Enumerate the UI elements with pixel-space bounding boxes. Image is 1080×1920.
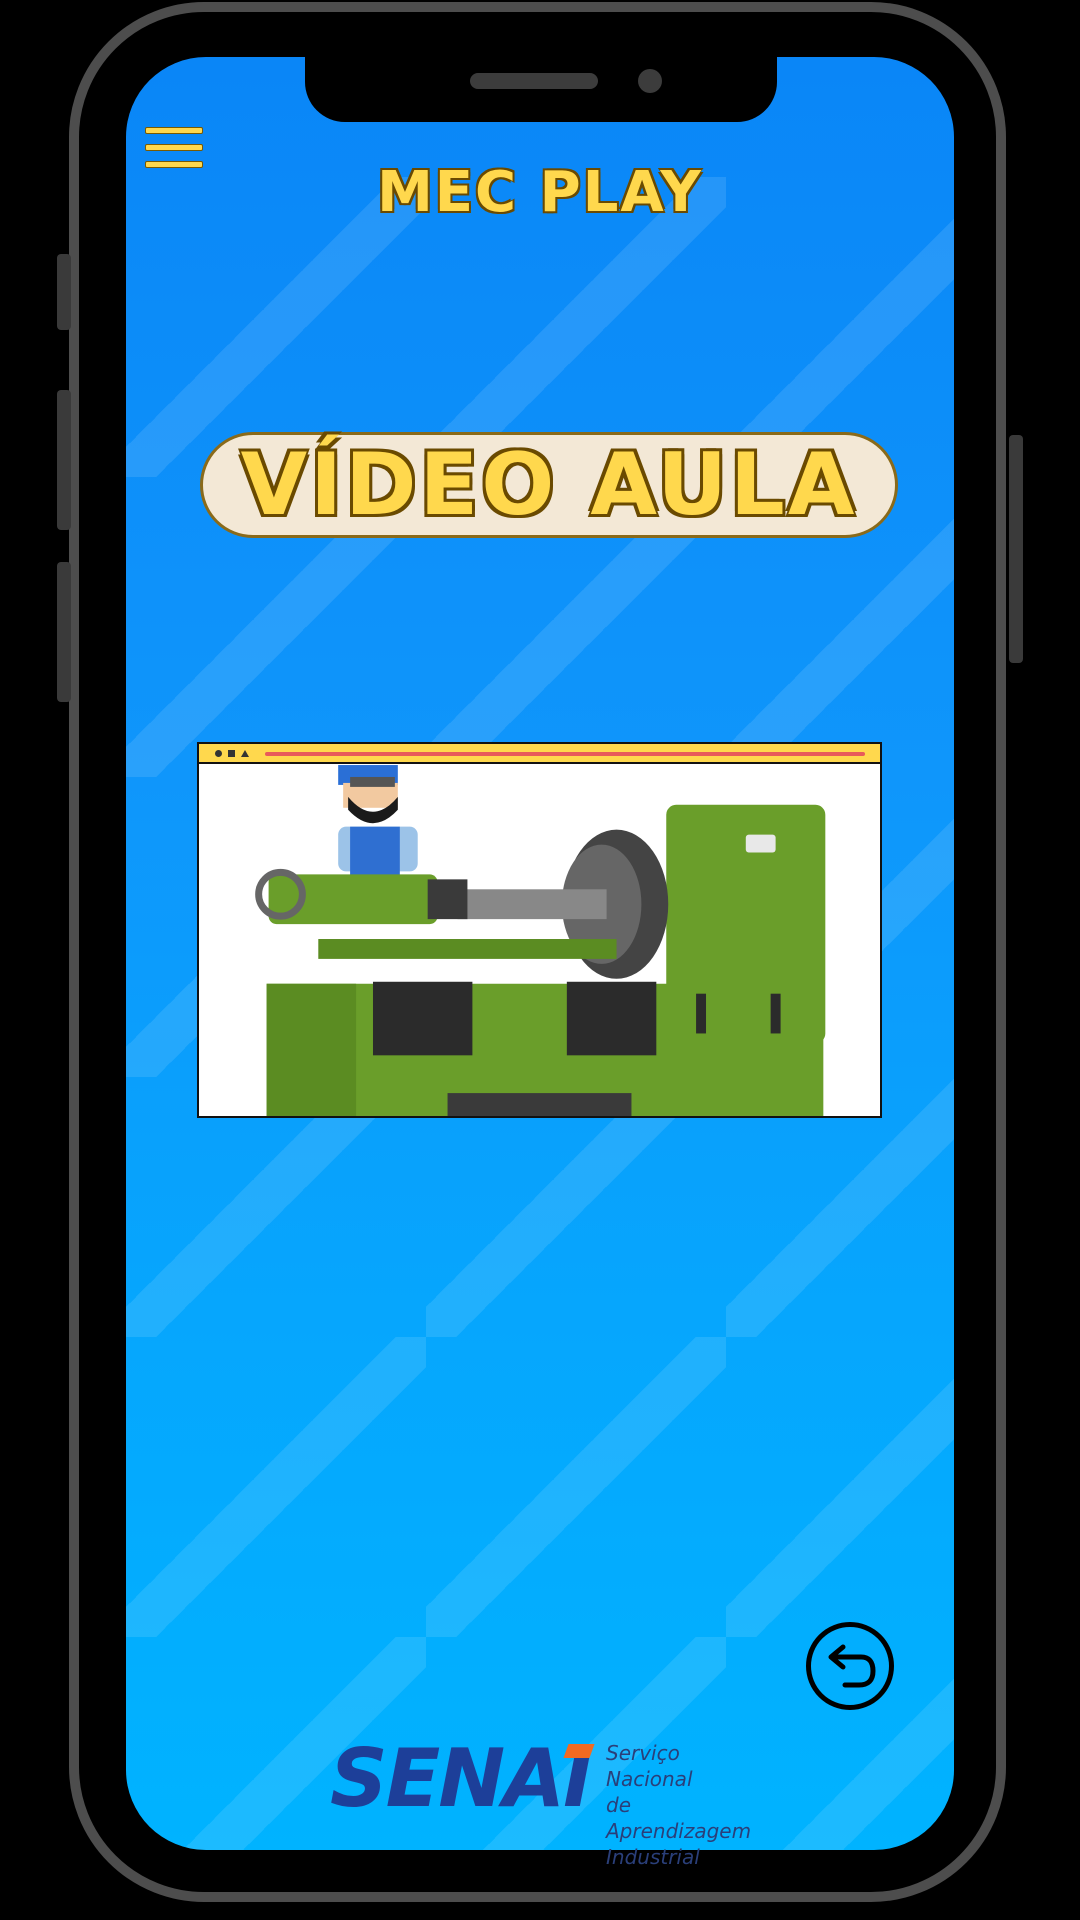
phone-volume-down-button [57,562,71,702]
senai-subtitle-line: Serviço Nacional [606,1741,693,1791]
phone-speaker [470,73,598,89]
background-pattern [126,1037,954,1850]
back-button[interactable] [806,1622,894,1710]
lathe-machine-illustration [199,765,880,1116]
app-title: MEC PLAY [377,160,703,225]
video-progress-bar[interactable] [265,752,865,756]
stop-control-icon[interactable] [228,750,235,757]
phone-side-button [57,254,71,330]
senai-logo: SENAI Serviço Nacional de Aprendizagem I… [330,1732,770,1870]
undo-arrow-icon [828,1644,876,1688]
section-banner: VÍDEO AULA [200,432,898,538]
senai-accent-mark [563,1744,595,1758]
triangle-control-icon[interactable] [241,750,249,757]
phone-notch [305,57,777,122]
phone-camera [638,69,662,93]
senai-subtitle-line: de Aprendizagem [606,1793,752,1843]
senai-wordmark: SENAI [330,1732,593,1825]
phone-volume-up-button [57,390,71,530]
video-player[interactable] [197,742,882,1118]
video-control-bar [199,744,880,764]
senai-subtitle: Serviço Nacional de Aprendizagem Industr… [606,1740,770,1870]
senai-subtitle-line: Industrial [606,1845,700,1869]
banner-title: VÍDEO AULA [240,435,858,535]
phone-power-button [1009,435,1023,663]
play-control-icon[interactable] [215,750,222,757]
